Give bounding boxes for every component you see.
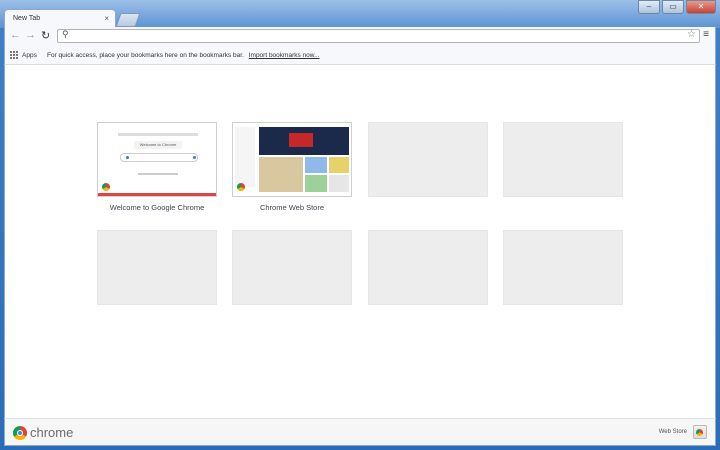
tab-close-icon[interactable]: × — [104, 14, 109, 23]
thumb-heading: Welcome to Chrome — [134, 141, 182, 149]
most-visited-tile-empty — [503, 230, 623, 305]
bookmark-star-icon[interactable]: ☆ — [687, 29, 696, 40]
most-visited-tile-empty — [97, 230, 217, 305]
chrome-logo-icon — [102, 183, 110, 191]
tab-title: New Tab — [13, 15, 41, 22]
tab-new-tab[interactable]: New Tab × — [4, 9, 116, 28]
window-frame: New Tab × – ▭ ✕ ← → ↻ ⚲ ☆ ≡ Apps For qui… — [0, 0, 720, 450]
most-visited-tile-empty — [368, 122, 488, 197]
thumb-app-tile — [305, 157, 327, 173]
chrome-menu-icon[interactable]: ≡ — [701, 29, 711, 41]
tile-title-welcome[interactable]: Welcome to Google Chrome — [87, 203, 227, 212]
window-controls: – ▭ ✕ — [638, 0, 716, 14]
most-visited-tile-welcome[interactable]: Welcome to Chrome — [97, 122, 217, 197]
tile-title-webstore[interactable]: Chrome Web Store — [222, 203, 362, 212]
thumb-dot — [193, 156, 196, 159]
thumb-bar — [120, 153, 198, 162]
apps-grid-icon[interactable] — [10, 51, 18, 59]
omnibox-input[interactable] — [72, 30, 682, 42]
web-store-icon[interactable] — [693, 425, 707, 439]
web-store-link[interactable]: Web Store — [659, 429, 687, 435]
maximize-button[interactable]: ▭ — [662, 0, 684, 14]
close-window-button[interactable]: ✕ — [686, 0, 716, 14]
thumb-app-tile — [259, 157, 303, 192]
search-icon: ⚲ — [62, 29, 69, 39]
chrome-logo-icon — [237, 183, 245, 191]
new-tab-page: Welcome to Chrome Welcome to Google Chro… — [4, 65, 716, 418]
bookmarks-bar: Apps For quick access, place your bookma… — [4, 45, 716, 65]
thumb-app-tile — [305, 175, 327, 192]
thumb-sidebar — [235, 127, 255, 187]
bookmarks-hint: For quick access, place your bookmarks h… — [47, 52, 320, 59]
import-bookmarks-link[interactable]: Import bookmarks now... — [249, 52, 320, 59]
thumb-dot — [126, 156, 129, 159]
toolbar: ← → ↻ ⚲ ☆ ≡ — [4, 27, 716, 45]
most-visited-tile-empty — [368, 230, 488, 305]
most-visited-tile-webstore[interactable] — [232, 122, 352, 197]
reload-icon[interactable]: ↻ — [41, 29, 50, 42]
chrome-logo-icon — [13, 426, 27, 440]
ntp-footer: chrome Web Store — [4, 418, 716, 446]
minimize-button[interactable]: – — [638, 0, 660, 14]
most-visited-tile-empty — [503, 122, 623, 197]
thumb-header — [118, 133, 198, 136]
omnibox[interactable]: ⚲ ☆ — [57, 29, 700, 43]
chrome-brand: chrome — [30, 425, 74, 440]
back-arrow-icon[interactable]: ← — [10, 29, 21, 41]
thumb-app-tile — [329, 175, 349, 192]
thumb-app-tile — [329, 157, 349, 173]
most-visited-tile-empty — [232, 230, 352, 305]
thumb-text-line — [138, 173, 178, 175]
forward-arrow-icon[interactable]: → — [25, 29, 36, 41]
apps-shortcut[interactable]: Apps — [22, 52, 37, 59]
thumb-banner — [259, 127, 349, 155]
thumb-footer — [98, 193, 216, 196]
bookmarks-hint-text: For quick access, place your bookmarks h… — [47, 52, 244, 59]
